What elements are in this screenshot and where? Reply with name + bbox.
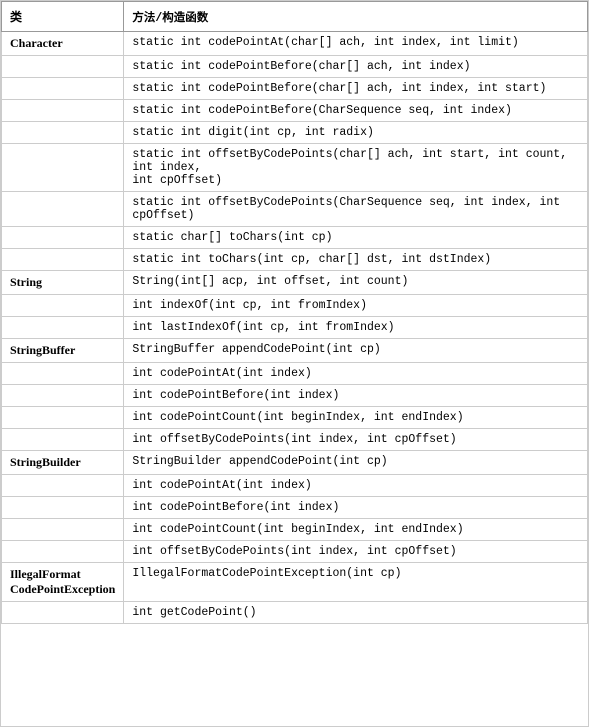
class-cell <box>2 56 124 78</box>
table-row: int codePointBefore(int index) <box>2 497 588 519</box>
method-cell: int lastIndexOf(int cp, int fromIndex) <box>124 317 588 339</box>
table-row: IllegalFormatCodePointExceptionIllegalFo… <box>2 563 588 602</box>
class-cell <box>2 475 124 497</box>
method-cell: int codePointCount(int beginIndex, int e… <box>124 407 588 429</box>
table-row: StringBufferStringBuffer appendCodePoint… <box>2 339 588 363</box>
table-row: int codePointAt(int index) <box>2 475 588 497</box>
method-cell: static char[] toChars(int cp) <box>124 227 588 249</box>
table-row: StringBuilderStringBuilder appendCodePoi… <box>2 451 588 475</box>
header-class: 类 <box>2 2 124 32</box>
method-cell: StringBuffer appendCodePoint(int cp) <box>124 339 588 363</box>
method-cell: static int codePointBefore(CharSequence … <box>124 100 588 122</box>
table-row: int offsetByCodePoints(int index, int cp… <box>2 541 588 563</box>
class-cell <box>2 227 124 249</box>
method-cell: static int codePointBefore(char[] ach, i… <box>124 78 588 100</box>
table-row: StringString(int[] acp, int offset, int … <box>2 271 588 295</box>
class-cell <box>2 192 124 227</box>
method-cell: int getCodePoint() <box>124 602 588 624</box>
table-row: int lastIndexOf(int cp, int fromIndex) <box>2 317 588 339</box>
class-cell: IllegalFormatCodePointException <box>2 563 124 602</box>
table-row: static int toChars(int cp, char[] dst, i… <box>2 249 588 271</box>
method-cell: IllegalFormatCodePointException(int cp) <box>124 563 588 602</box>
method-cell: int codePointBefore(int index) <box>124 497 588 519</box>
table-row: int codePointAt(int index) <box>2 363 588 385</box>
main-container: 类 方法/构造函数 Characterstatic int codePointA… <box>0 0 589 727</box>
method-cell: int codePointCount(int beginIndex, int e… <box>124 519 588 541</box>
class-cell <box>2 407 124 429</box>
method-cell: static int codePointBefore(char[] ach, i… <box>124 56 588 78</box>
method-cell: int offsetByCodePoints(int index, int cp… <box>124 429 588 451</box>
table-row: int codePointBefore(int index) <box>2 385 588 407</box>
table-row: static int codePointBefore(CharSequence … <box>2 100 588 122</box>
method-cell: String(int[] acp, int offset, int count) <box>124 271 588 295</box>
method-cell: static int codePointAt(char[] ach, int i… <box>124 32 588 56</box>
class-cell <box>2 602 124 624</box>
method-cell: int offsetByCodePoints(int index, int cp… <box>124 541 588 563</box>
method-cell: StringBuilder appendCodePoint(int cp) <box>124 451 588 475</box>
header-method: 方法/构造函数 <box>124 2 588 32</box>
table-row: static int offsetByCodePoints(CharSequen… <box>2 192 588 227</box>
table-row: static int codePointBefore(char[] ach, i… <box>2 56 588 78</box>
method-cell: int codePointAt(int index) <box>124 475 588 497</box>
class-cell <box>2 429 124 451</box>
class-cell <box>2 78 124 100</box>
table-row: int getCodePoint() <box>2 602 588 624</box>
table-row: static int digit(int cp, int radix) <box>2 122 588 144</box>
class-cell <box>2 295 124 317</box>
class-cell <box>2 541 124 563</box>
table-row: static int offsetByCodePoints(char[] ach… <box>2 144 588 192</box>
method-cell: int indexOf(int cp, int fromIndex) <box>124 295 588 317</box>
table-row: Characterstatic int codePointAt(char[] a… <box>2 32 588 56</box>
class-cell <box>2 122 124 144</box>
method-cell: int codePointBefore(int index) <box>124 385 588 407</box>
class-cell <box>2 385 124 407</box>
class-cell <box>2 249 124 271</box>
api-table: 类 方法/构造函数 Characterstatic int codePointA… <box>1 1 588 624</box>
method-cell: static int offsetByCodePoints(char[] ach… <box>124 144 588 192</box>
table-row: int offsetByCodePoints(int index, int cp… <box>2 429 588 451</box>
class-cell <box>2 519 124 541</box>
class-cell <box>2 317 124 339</box>
class-cell <box>2 363 124 385</box>
class-cell <box>2 497 124 519</box>
class-cell: Character <box>2 32 124 56</box>
class-cell: String <box>2 271 124 295</box>
class-cell: StringBuilder <box>2 451 124 475</box>
table-row: static int codePointBefore(char[] ach, i… <box>2 78 588 100</box>
table-row: int codePointCount(int beginIndex, int e… <box>2 519 588 541</box>
table-row: static char[] toChars(int cp) <box>2 227 588 249</box>
method-cell: static int digit(int cp, int radix) <box>124 122 588 144</box>
class-cell <box>2 100 124 122</box>
method-cell: static int toChars(int cp, char[] dst, i… <box>124 249 588 271</box>
class-cell <box>2 144 124 192</box>
method-cell: int codePointAt(int index) <box>124 363 588 385</box>
table-row: int codePointCount(int beginIndex, int e… <box>2 407 588 429</box>
method-cell: static int offsetByCodePoints(CharSequen… <box>124 192 588 227</box>
table-row: int indexOf(int cp, int fromIndex) <box>2 295 588 317</box>
class-cell: StringBuffer <box>2 339 124 363</box>
